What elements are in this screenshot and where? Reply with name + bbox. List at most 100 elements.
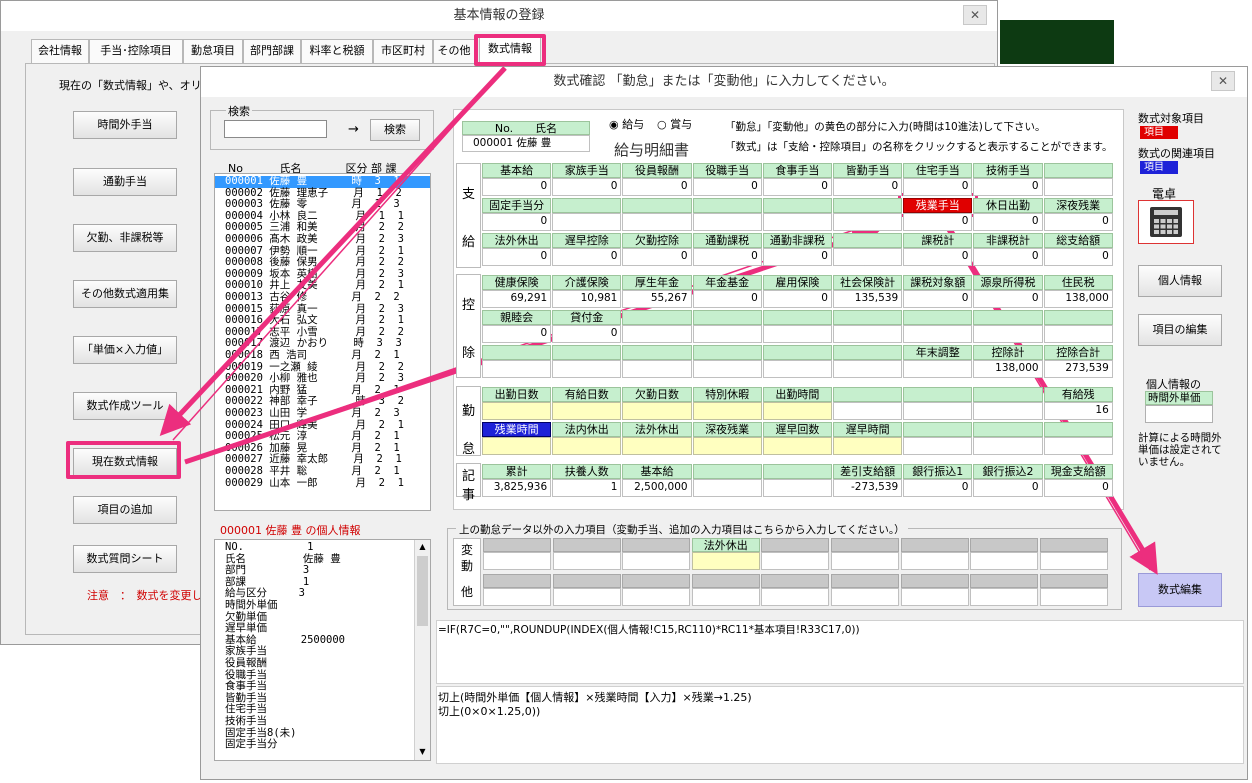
sheet-header-pay_row3-8[interactable]: 総支給額 [1043,233,1113,248]
sheet-header-ded_row1-1[interactable]: 介護保険 [552,275,622,290]
sheet-header-ded_row1-2[interactable]: 厚生年金 [622,275,692,290]
sheet-header-pay_row2-1[interactable] [552,198,622,213]
sheet-header-ded_row3-0[interactable] [482,345,552,360]
hendo-input-1-8[interactable] [1039,588,1108,606]
attendance-header-1-0[interactable]: 出勤日数 [482,387,552,402]
sheet-header-pay_row3-0[interactable]: 法外休出 [482,233,552,248]
hendo-input-0-4[interactable] [761,552,830,570]
sheet-header-ded_row2-7[interactable] [973,310,1043,325]
sheet-header-ded_row2-6[interactable] [903,310,973,325]
hendo-input-1-1[interactable] [552,588,621,606]
hendo-input-0-1[interactable] [552,552,621,570]
attendance-header-1-7[interactable] [973,387,1043,402]
attendance-header-2-3[interactable]: 深夜残業 [692,422,762,437]
sheet-header-pay_row1-8[interactable] [1043,163,1113,178]
sheet-header-ded_row3-6[interactable]: 年末調整 [903,345,973,360]
sheet-header-ded_row1-0[interactable]: 健康保険 [482,275,552,290]
hendo-input-1-4[interactable] [761,588,830,606]
sheet-header-pay_row1-0[interactable]: 基本給 [482,163,552,178]
sheet-header-memo_row-0[interactable]: 累計 [482,464,552,479]
sheet-header-pay_row2-7[interactable]: 休日出勤 [973,198,1043,213]
attendance-header-2-5[interactable]: 遅早時間 [833,422,903,437]
sheet-header-pay_row1-3[interactable]: 役職手当 [692,163,762,178]
sheet-header-ded_row2-1[interactable]: 貸付金 [552,310,622,325]
attendance-header-2-7[interactable] [973,422,1043,437]
sheet-header-pay_row1-4[interactable]: 食事手当 [762,163,832,178]
attendance-header-2-4[interactable]: 遅早回数 [762,422,832,437]
attendance-input-1-0[interactable] [482,402,552,420]
sheet-header-pay_row3-5[interactable] [833,233,903,248]
attendance-input-1-2[interactable] [622,402,692,420]
sheet-header-pay_row3-4[interactable]: 通勤非課税 [762,233,832,248]
hendo-input-label[interactable] [691,552,760,570]
sheet-header-ded_row3-1[interactable] [552,345,622,360]
sheet-header-memo_row-8[interactable]: 現金支給額 [1043,464,1113,479]
attendance-input-2-3[interactable] [692,437,762,455]
hendo-input-0-2[interactable] [622,552,691,570]
attendance-header-1-4[interactable]: 出勤時間 [762,387,832,402]
hendo-input-1-3[interactable] [691,588,760,606]
sheet-header-ded_row3-3[interactable] [692,345,762,360]
sheet-header-memo_row-7[interactable]: 銀行振込2 [973,464,1043,479]
sheet-header-ded_row3-4[interactable] [762,345,832,360]
hendo-input-1-7[interactable] [970,588,1039,606]
sheet-header-ded_row2-4[interactable] [762,310,832,325]
attendance-input-2-0[interactable] [482,437,552,455]
sheet-header-ded_row1-4[interactable]: 雇用保険 [762,275,832,290]
sheet-header-memo_row-1[interactable]: 扶養人数 [552,464,622,479]
sheet-header-memo_row-3[interactable] [692,464,762,479]
sheet-header-ded_row3-2[interactable] [622,345,692,360]
attendance-header-2-6[interactable] [903,422,973,437]
sheet-header-pay_row1-6[interactable]: 住宅手当 [903,163,973,178]
sheet-header-pay_row3-2[interactable]: 欠勤控除 [622,233,692,248]
attendance-input-1-1[interactable] [552,402,622,420]
sheet-header-ded_row1-6[interactable]: 課税対象額 [903,275,973,290]
sheet-header-ded_row1-7[interactable]: 源泉所得税 [973,275,1043,290]
sheet-header-pay_row3-6[interactable]: 課税計 [903,233,973,248]
attendance-header-1-1[interactable]: 有給日数 [552,387,622,402]
attendance-header-1-6[interactable] [903,387,973,402]
sheet-header-ded_row1-3[interactable]: 年金基金 [692,275,762,290]
sheet-header-pay_row3-1[interactable]: 遅早控除 [552,233,622,248]
sheet-header-pay_row2-6[interactable]: 残業手当 [903,198,973,213]
attendance-header-1-3[interactable]: 特別休暇 [692,387,762,402]
attendance-header-2-2[interactable]: 法外休出 [622,422,692,437]
sheet-header-pay_row3-7[interactable]: 非課税計 [973,233,1043,248]
hendo-input-0-6[interactable] [900,552,969,570]
attendance-input-2-4[interactable] [762,437,832,455]
sheet-header-pay_row1-7[interactable]: 技術手当 [973,163,1043,178]
sheet-header-pay_row2-3[interactable] [692,198,762,213]
attendance-header-1-5[interactable] [833,387,903,402]
sheet-header-ded_row3-5[interactable] [833,345,903,360]
sheet-header-ded_row2-2[interactable] [622,310,692,325]
sheet-header-ded_row2-5[interactable] [833,310,903,325]
sheet-header-ded_row2-8[interactable] [1043,310,1113,325]
sheet-header-ded_row1-5[interactable]: 社会保険計 [833,275,903,290]
attendance-input-1-3[interactable] [692,402,762,420]
sheet-header-memo_row-2[interactable]: 基本給 [622,464,692,479]
hendo-input-1-6[interactable] [900,588,969,606]
sheet-header-ded_row1-8[interactable]: 住民税 [1043,275,1113,290]
sheet-header-pay_row3-3[interactable]: 通勤課税 [692,233,762,248]
sheet-header-pay_row2-4[interactable] [762,198,832,213]
attendance-input-2-5[interactable] [833,437,903,455]
hendo-input-0-7[interactable] [970,552,1039,570]
sheet-header-memo_row-5[interactable]: 差引支給額 [833,464,903,479]
sheet-header-pay_row2-2[interactable] [622,198,692,213]
hendo-input-1-5[interactable] [831,588,899,606]
sheet-header-pay_row1-2[interactable]: 役員報酬 [622,163,692,178]
hendo-input-1-2[interactable] [622,588,691,606]
sheet-header-pay_row2-0[interactable]: 固定手当分 [482,198,552,213]
sheet-header-ded_row3-8[interactable]: 控除合計 [1043,345,1113,360]
hendo-input-0-8[interactable] [1039,552,1108,570]
sheet-header-pay_row1-1[interactable]: 家族手当 [552,163,622,178]
attendance-header-2-0[interactable]: 残業時間 [482,422,552,437]
sheet-header-ded_row2-0[interactable]: 親睦会 [482,310,552,325]
attendance-input-1-4[interactable] [762,402,832,420]
hendo-input-0-0[interactable] [483,552,551,570]
sheet-header-ded_row2-3[interactable] [692,310,762,325]
sheet-header-memo_row-4[interactable] [762,464,832,479]
attendance-input-2-1[interactable] [552,437,622,455]
sheet-header-pay_row2-5[interactable] [833,198,903,213]
attendance-header-2-1[interactable]: 法内休出 [552,422,622,437]
